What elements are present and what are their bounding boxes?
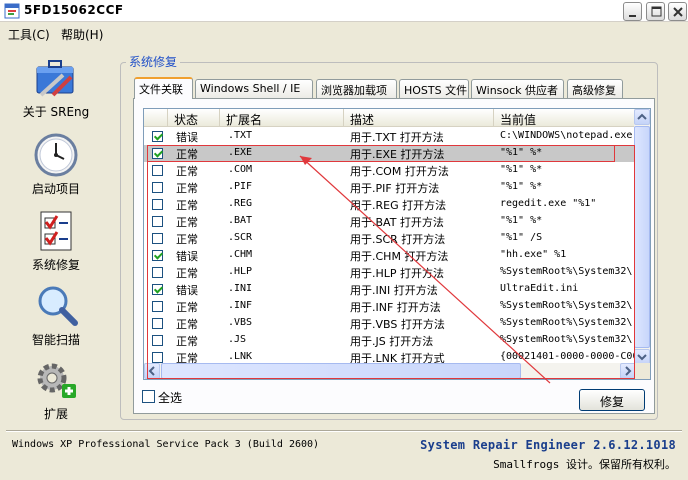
os-info: Windows XP Professional Service Pack 3 (… <box>12 439 320 450</box>
copyright: Smallfrogs 设计。保留所有权利。 <box>493 458 676 471</box>
select-all-box[interactable] <box>142 390 155 403</box>
select-all-label: 全选 <box>158 391 183 405</box>
repair-button[interactable]: 修复 <box>579 389 645 411</box>
tab-file-association[interactable]: 文件关联 <box>134 77 193 99</box>
footer-divider <box>6 430 682 432</box>
product-name: System Repair Engineer 2.6.12.1018 <box>420 438 676 452</box>
